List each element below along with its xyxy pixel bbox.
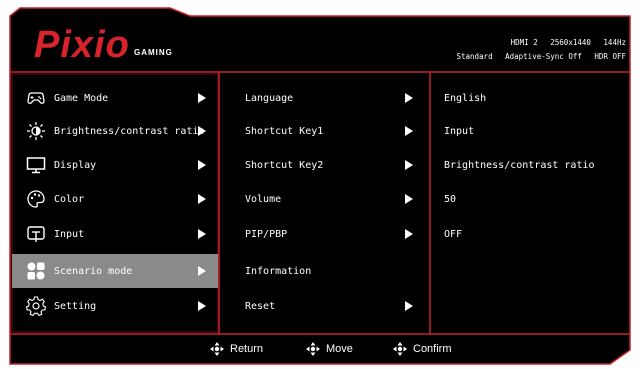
value-shortcut-key1: Input	[444, 125, 475, 137]
brightness-icon	[27, 122, 45, 140]
gear-icon	[26, 296, 46, 316]
chevron-right-icon	[405, 229, 413, 239]
menu-item-color[interactable]: Color	[12, 183, 218, 215]
scenario-icon	[27, 262, 45, 280]
chevron-right-icon	[198, 194, 206, 204]
footer-return[interactable]: Return	[210, 342, 263, 356]
menu-label: Setting	[54, 300, 97, 312]
menu-label: Game Mode	[54, 92, 109, 104]
submenu-label: PIP/PBP	[245, 228, 288, 240]
footer-return-label: Return	[230, 343, 264, 355]
chevron-right-icon	[198, 229, 206, 239]
input-icon	[27, 226, 45, 242]
menu-item-display[interactable]: Display	[12, 149, 218, 181]
footer-confirm[interactable]: Confirm	[393, 342, 452, 356]
status-resolution: 2560x1440	[550, 38, 591, 47]
chevron-right-icon	[198, 160, 206, 170]
menu-label: Color	[54, 193, 85, 205]
joystick-icon	[210, 342, 224, 356]
chevron-right-icon	[405, 160, 413, 170]
submenu-item-shortcut-key1[interactable]: Shortcut Key1	[245, 115, 415, 147]
submenu-item-pip-pbp[interactable]: PIP/PBP	[245, 218, 415, 250]
monitor-icon	[26, 157, 46, 174]
menu-item-input[interactable]: Input	[12, 218, 218, 250]
status-mode: Standard	[456, 52, 493, 61]
menu-label: Scenario mode	[54, 265, 133, 277]
submenu-label: Information	[245, 265, 312, 277]
submenu-item-information[interactable]: Information	[245, 254, 415, 288]
submenu-label: Shortcut Key1	[245, 125, 324, 137]
status-sync: Adaptive-Sync Off	[505, 52, 582, 61]
gaming-label: GAMING	[134, 48, 173, 57]
submenu-item-language[interactable]: Language	[245, 82, 415, 114]
menu-label: Brightness/contrast ratio	[54, 125, 205, 137]
footer-move[interactable]: Move	[306, 342, 353, 356]
value-pip-pbp: OFF	[444, 228, 463, 240]
status-panel: HDMI 2 2560x1440 144Hz Standard Adaptive…	[448, 36, 626, 64]
chevron-right-icon	[405, 93, 413, 103]
menu-item-brightness[interactable]: Brightness/contrast ratio	[12, 115, 218, 147]
gamepad-icon	[27, 92, 45, 104]
chevron-right-icon	[405, 126, 413, 136]
menu-item-scenario-mode[interactable]: Scenario mode	[12, 254, 218, 288]
footer-move-label: Move	[326, 343, 353, 355]
value-volume: 50	[444, 193, 457, 205]
osd-footer: Return Move Confirm	[10, 334, 630, 364]
chevron-right-icon	[198, 93, 206, 103]
chevron-right-icon	[198, 301, 206, 311]
value-shortcut-key2: Brightness/contrast ratio	[444, 159, 595, 171]
palette-icon	[27, 190, 45, 208]
status-hdr: HDR OFF	[594, 52, 626, 61]
submenu-label: Volume	[245, 193, 282, 205]
status-refresh: 144Hz	[603, 38, 626, 47]
status-input: HDMI 2	[510, 38, 538, 47]
osd-header: Pixio GAMING HDMI 2 2560x1440 144Hz Stan…	[10, 16, 630, 72]
submenu-item-reset[interactable]: Reset	[245, 290, 415, 322]
joystick-icon	[306, 342, 320, 356]
chevron-right-icon	[405, 301, 413, 311]
value-language: English	[444, 92, 487, 104]
chevron-right-icon	[198, 126, 206, 136]
chevron-right-icon	[198, 266, 206, 276]
menu-label: Display	[54, 159, 97, 171]
footer-confirm-label: Confirm	[413, 343, 452, 355]
chevron-right-icon	[405, 194, 413, 204]
pixio-logo: Pixio	[34, 24, 130, 66]
submenu-item-shortcut-key2[interactable]: Shortcut Key2	[245, 149, 415, 181]
joystick-icon	[393, 342, 407, 356]
submenu-item-volume[interactable]: Volume	[245, 183, 415, 215]
menu-item-setting[interactable]: Setting	[12, 290, 218, 322]
menu-label: Input	[54, 228, 85, 240]
submenu-label: Language	[245, 92, 294, 104]
menu-item-game-mode[interactable]: Game Mode	[12, 82, 218, 114]
submenu-label: Shortcut Key2	[245, 159, 324, 171]
submenu-label: Reset	[245, 300, 276, 312]
